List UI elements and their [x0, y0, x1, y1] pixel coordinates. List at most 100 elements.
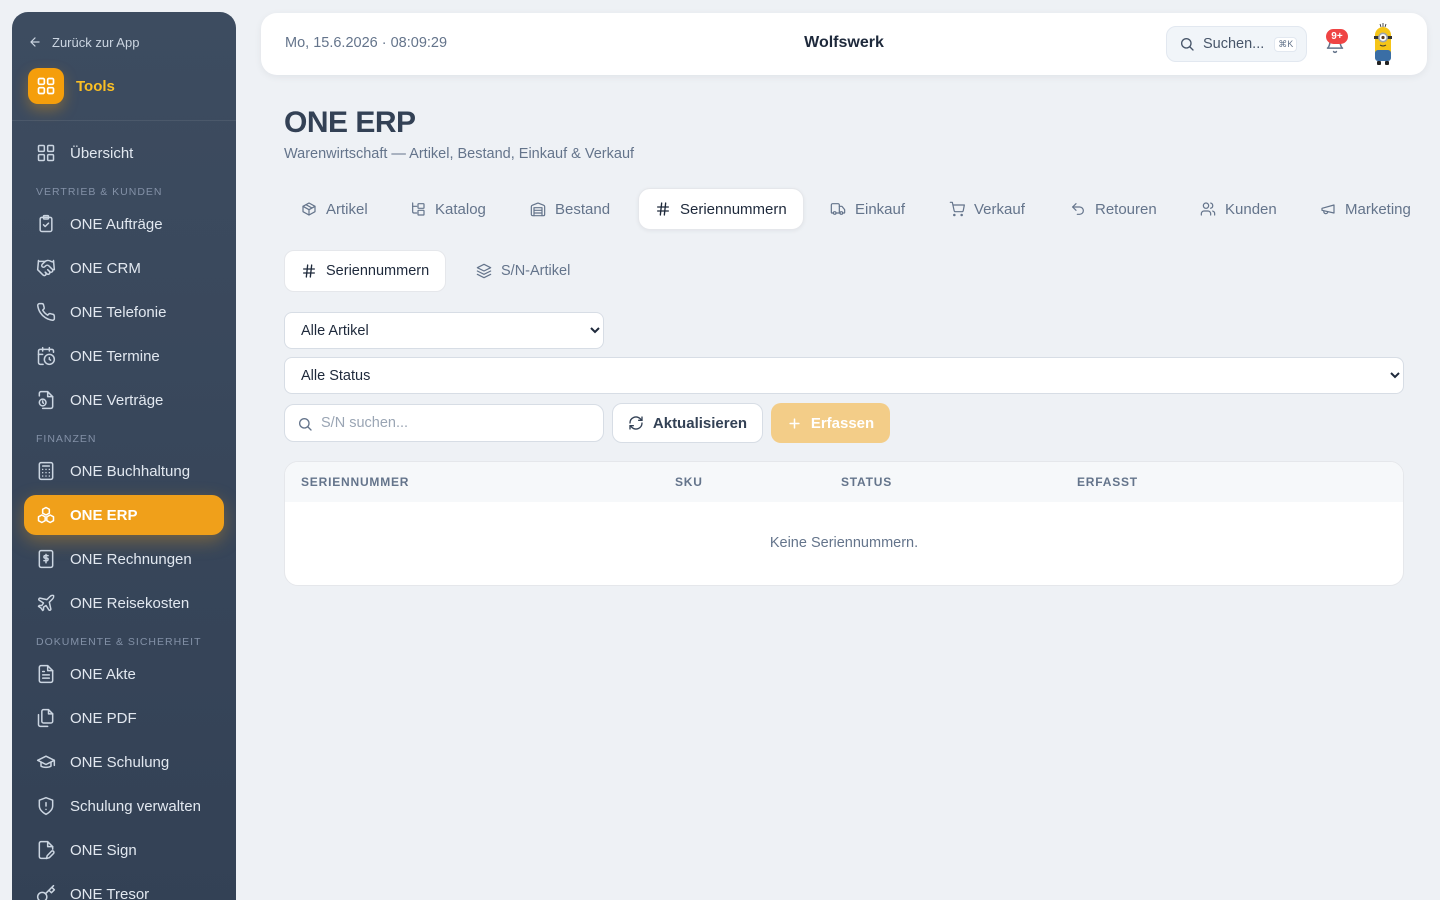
refresh-icon [629, 416, 643, 430]
minion-avatar-icon [1374, 23, 1392, 65]
sidebar-item-label: ONE Sign [70, 841, 137, 859]
sidebar-item-rechnungen[interactable]: ONE Rechnungen [24, 539, 224, 579]
sidebar-item-label: ONE Verträge [70, 391, 164, 409]
plane-icon [37, 594, 55, 612]
refresh-label: Aktualisieren [652, 414, 748, 432]
sidebar-item-label: ONE Termine [70, 347, 160, 365]
tab-einkauf[interactable]: Einkauf [814, 188, 921, 230]
sidebar-item-label: ONE ERP [70, 506, 138, 524]
layers-icon [476, 263, 492, 279]
handshake-icon [36, 259, 56, 277]
sidebar-item-akte[interactable]: ONE Akte [24, 654, 224, 694]
tab-bestand[interactable]: Bestand [514, 188, 626, 230]
calculator-icon [38, 461, 54, 481]
search-icon [299, 418, 312, 431]
search-shortcut-hint: ⌘K [1274, 36, 1298, 52]
subtab-sn-artikel[interactable]: S/N-Artikel [460, 250, 586, 292]
column-header-erfasst[interactable]: ERFASST [1077, 475, 1138, 489]
table-empty-message: Keine Seriennummern. [769, 535, 919, 551]
boxes-icon [37, 506, 55, 524]
sidebar-item-reisekosten[interactable]: ONE Reisekosten [24, 583, 224, 623]
tab-label: Einkauf [855, 200, 906, 218]
subtab-label: S/N-Artikel [501, 263, 571, 279]
sidebar-item-sign[interactable]: ONE Sign [24, 830, 224, 870]
sidebar-item-label: ONE Aufträge [70, 215, 163, 233]
tab-label: Katalog [435, 200, 486, 218]
sidebar-divider [12, 120, 236, 121]
sidebar-item-vertraege[interactable]: ONE Verträge [24, 380, 224, 420]
tab-marketing[interactable]: Marketing [1304, 188, 1427, 230]
graduation-cap-icon [36, 755, 56, 769]
tab-label: Verkauf [974, 200, 1025, 218]
sidebar-item-schulung-verwalten[interactable]: Schulung verwalten [24, 786, 224, 826]
tab-artikel[interactable]: Artikel [285, 188, 384, 230]
sidebar-item-auftraege[interactable]: ONE Aufträge [24, 204, 224, 244]
sidebar-item-label: ONE Telefonie [70, 303, 167, 321]
sidebar-item-erp[interactable]: ONE ERP [24, 495, 224, 535]
sidebar-item-uebersicht[interactable]: Übersicht [24, 133, 224, 173]
hash-icon [303, 264, 315, 278]
tab-katalog[interactable]: Katalog [394, 188, 502, 230]
grid-icon [37, 144, 55, 162]
calendar-clock-icon [37, 346, 56, 366]
column-header-sku[interactable]: SKU [675, 475, 703, 489]
tab-verkauf[interactable]: Verkauf [933, 188, 1041, 230]
sidebar-item-label: ONE Reisekosten [70, 594, 190, 612]
tools-header[interactable]: Tools [28, 68, 115, 104]
sidebar-item-telefonie[interactable]: ONE Telefonie [24, 292, 224, 332]
sidebar-item-crm[interactable]: ONE CRM [24, 248, 224, 288]
file-contract-icon [38, 390, 54, 410]
tab-label: Marketing [1345, 200, 1411, 218]
sidebar-item-tresor[interactable]: ONE Tresor [24, 874, 224, 900]
shopping-cart-icon [949, 201, 965, 217]
back-to-app-label: Zurück zur App [52, 34, 140, 50]
tab-label: Bestand [555, 200, 611, 218]
warehouse-icon [530, 202, 546, 217]
tab-label: Kunden [1225, 200, 1277, 218]
column-header-seriennummer[interactable]: SERIENNUMMER [301, 475, 409, 489]
grid-icon [28, 68, 64, 104]
tab-kunden[interactable]: Kunden [1184, 188, 1293, 230]
table-header: SERIENNUMMER SKU STATUS ERFASST [285, 462, 1403, 502]
plus-icon [789, 417, 800, 429]
sidebar-item-schulung[interactable]: ONE Schulung [24, 742, 224, 782]
file-text-icon [38, 664, 54, 684]
sidebar-item-pdf[interactable]: ONE PDF [24, 698, 224, 738]
serial-search-field [284, 404, 604, 442]
tab-retouren[interactable]: Retouren [1054, 188, 1173, 230]
sidebar-item-label: Übersicht [70, 144, 134, 162]
tab-seriennummern[interactable]: Seriennummern [638, 188, 804, 230]
current-datetime: Mo, 15.6.2026 · 08:09:29 [285, 35, 448, 51]
package-icon [302, 202, 316, 216]
sidebar-item-label: Schulung verwalten [70, 797, 201, 815]
search-icon [1181, 38, 1194, 51]
column-header-status[interactable]: STATUS [841, 475, 892, 489]
sidebar-item-label: ONE Rechnungen [70, 550, 192, 568]
serial-search-input[interactable] [321, 405, 591, 441]
tab-label: Seriennummern [680, 200, 787, 218]
subtab-seriennummern[interactable]: Seriennummern [284, 250, 447, 292]
top-bar: Mo, 15.6.2026 · 08:09:29 Wolfswerk Suche… [261, 13, 1427, 75]
global-search-button[interactable]: Suchen... ⌘K [1166, 26, 1307, 62]
add-serial-button[interactable]: Erfassen [771, 403, 890, 443]
receipt-dollar-icon [38, 549, 54, 569]
refresh-button[interactable]: Aktualisieren [612, 403, 763, 443]
back-to-app-link[interactable]: Zurück zur App [28, 33, 139, 51]
hash-icon [657, 202, 669, 216]
status-filter-select[interactable]: Alle Status [284, 357, 1404, 394]
user-avatar[interactable] [1367, 21, 1399, 67]
tools-label: Tools [76, 77, 115, 95]
tab-label: Retouren [1095, 200, 1157, 218]
phone-icon [37, 302, 56, 321]
sidebar-item-label: ONE Schulung [70, 753, 170, 771]
file-pen-icon [38, 840, 55, 860]
sidebar-item-label: ONE CRM [70, 259, 141, 277]
sidebar-section-dokumente: DOKUMENTE & SICHERHEIT [36, 636, 202, 648]
subtab-label: Seriennummern [326, 263, 430, 279]
sidebar-item-termine[interactable]: ONE Termine [24, 336, 224, 376]
article-filter-select[interactable]: Alle Artikel [284, 312, 604, 349]
clipboard-check-icon [39, 214, 53, 233]
sidebar-item-buchhaltung[interactable]: ONE Buchhaltung [24, 451, 224, 491]
key-icon [36, 884, 56, 900]
sidebar-item-label: ONE Tresor [70, 885, 150, 900]
